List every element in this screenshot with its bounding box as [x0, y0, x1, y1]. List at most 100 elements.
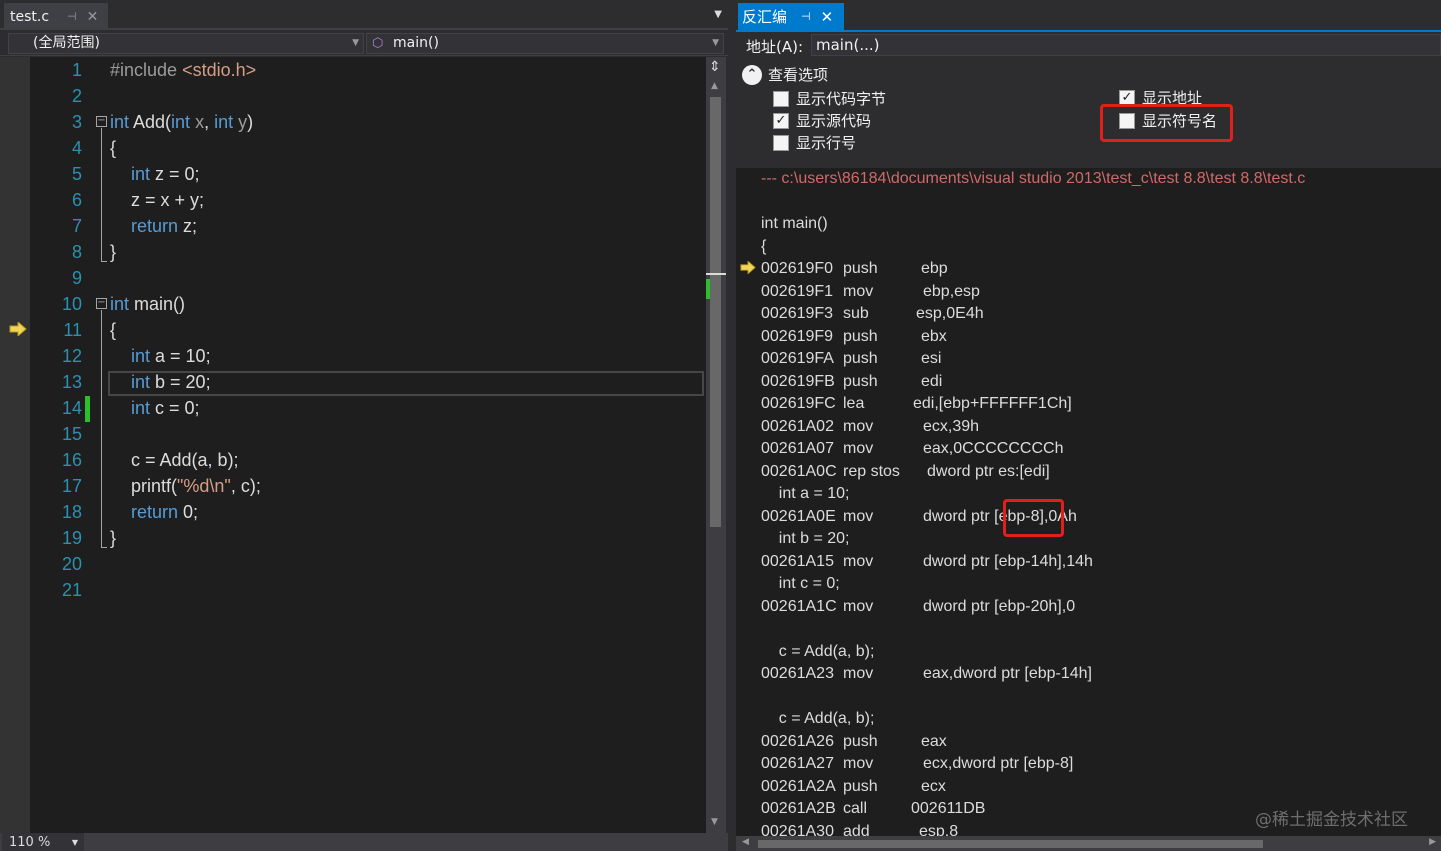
tab-title: 反汇编	[742, 8, 788, 26]
line-number: 3	[71, 112, 82, 132]
checkbox-show-code-bytes[interactable]: 显示代码字节	[773, 88, 886, 109]
instruction-operands: esi	[921, 350, 942, 367]
editor-horizontal-scrollbar[interactable]	[86, 833, 706, 851]
header-token: <stdio.h>	[182, 60, 257, 80]
scrollbar-thumb[interactable]	[710, 97, 721, 527]
instruction-address: 00261A0E	[761, 507, 836, 525]
chevron-up-icon[interactable]: ⌃	[742, 64, 762, 85]
instruction-line: 00261A07 mov eax,0CCCCCCCCh	[761, 438, 1063, 460]
instruction-line: 00261A2B call 002611DB	[761, 798, 985, 820]
instruction-address: 002619FC	[761, 395, 836, 412]
line-number: 10	[61, 294, 82, 314]
checkbox-show-line-numbers[interactable]: 显示行号	[773, 132, 856, 153]
code-line-17: printf("%d\n", c);	[131, 473, 261, 499]
instruction-mnemonic: mov	[843, 597, 874, 615]
line-number: 11	[63, 320, 82, 340]
disassembly-horizontal-scrollbar[interactable]: ◀ ▶	[736, 836, 1441, 851]
code-token: z = 0;	[150, 164, 200, 184]
chevron-down-icon: ▼	[71, 838, 78, 847]
tab-test-c[interactable]: test.c ⊣ ✕	[4, 3, 108, 30]
instruction-address: 002619FA	[761, 350, 834, 367]
instruction-address: 00261A2B	[761, 800, 836, 817]
instruction-address: 00261A15	[761, 552, 834, 570]
scrollbar-thumb[interactable]	[758, 840, 1263, 848]
source-line: int main()	[761, 215, 828, 232]
scroll-left-icon[interactable]: ◀	[742, 837, 749, 847]
tab-list-dropdown-icon[interactable]: ▼	[714, 9, 722, 20]
disassembly-vertical-scrollbar[interactable]	[1426, 168, 1441, 836]
instruction-address: 002619F3	[761, 305, 834, 322]
code-line-10: int main()	[110, 291, 185, 317]
line-number: 12	[61, 346, 82, 366]
close-icon[interactable]: ✕	[821, 8, 834, 26]
instruction-line: 00261A0E mov dword ptr [ebp-8],0Ah	[761, 506, 1077, 528]
pin-icon[interactable]: ⊣	[801, 10, 811, 23]
line-number: 19	[61, 528, 82, 548]
instruction-operands: edi	[921, 372, 943, 390]
address-label: 地址(A):	[746, 38, 804, 56]
line-number: 8	[71, 242, 82, 262]
code-token: 0;	[178, 502, 199, 522]
editor-vertical-scrollbar[interactable]: ⇕ ▲ ▼	[706, 57, 726, 833]
keyword-token: int	[110, 294, 130, 314]
code-token: z;	[178, 216, 198, 236]
checkbox-box[interactable]	[773, 134, 789, 151]
instruction-address: 00261A07	[761, 440, 834, 457]
code-token: main()	[129, 294, 186, 314]
tab-title: test.c	[10, 8, 50, 25]
checkbox-box[interactable]	[773, 90, 789, 107]
tab-disassembly[interactable]: 反汇编 ⊣ ✕	[738, 3, 844, 30]
scope-dropdown[interactable]: (全局范围) ▼	[8, 33, 364, 54]
code-line-7: return z;	[131, 213, 197, 239]
checkbox-label: 显示源代码	[796, 112, 872, 130]
param-token: x	[190, 112, 205, 132]
instruction-operands: ebp,esp	[923, 282, 980, 300]
instruction-mnemonic: sub	[843, 305, 869, 322]
zoom-dropdown[interactable]: 110 % ▼	[2, 833, 84, 851]
close-icon[interactable]: ✕	[87, 9, 99, 25]
scroll-right-icon[interactable]: ▶	[1429, 837, 1436, 847]
instruction-operands: eax	[921, 732, 947, 750]
source-line: int a = 10;	[761, 485, 850, 502]
instruction-operands: eax,dword ptr [ebp-14h]	[923, 665, 1092, 682]
view-options-toggle[interactable]: ⌃ 查看选项	[742, 64, 828, 85]
function-dropdown[interactable]: ⬡ main() ▼	[366, 33, 724, 54]
code-token: )	[247, 112, 254, 132]
code-token: Add(	[129, 112, 172, 132]
instruction-operands: ecx,dword ptr [ebp-8]	[923, 755, 1074, 772]
code-line-5: int z = 0;	[131, 161, 200, 187]
indicator-margin[interactable]	[0, 57, 30, 833]
instruction-mnemonic: push	[843, 732, 878, 750]
instruction-mnemonic: call	[843, 800, 868, 817]
keyword-token: int	[131, 372, 151, 392]
instruction-line: 002619F9 push ebx	[761, 326, 947, 348]
instruction-address: 002619F9	[761, 327, 834, 345]
collapse-icon[interactable]: −	[96, 116, 107, 127]
collapse-icon[interactable]: −	[96, 298, 107, 309]
string-token: "%d\n"	[177, 476, 231, 496]
instruction-operands: esp,0E4h	[916, 305, 984, 322]
code-line-13: int b = 20;	[131, 369, 211, 395]
code-line-18: return 0;	[131, 499, 198, 525]
line-number: 9	[71, 268, 82, 288]
pin-icon[interactable]: ⊣	[67, 10, 77, 23]
address-input[interactable]: main(...)	[811, 34, 1441, 56]
scroll-up-icon[interactable]: ▲	[711, 81, 718, 91]
split-window-icon[interactable]: ⇕	[709, 59, 721, 75]
line-number: 13	[61, 372, 82, 392]
instruction-line: 00261A30 add esp,8	[761, 821, 958, 837]
checkbox-show-source[interactable]: ✓ 显示源代码	[773, 110, 871, 131]
instruction-address: 002619F1	[761, 282, 834, 300]
instruction-mnemonic: push	[843, 372, 878, 390]
checkmark-icon[interactable]: ✓	[773, 112, 789, 129]
disassembly-listing[interactable]: --- c:\users\86184\documents\visual stud…	[736, 168, 1441, 836]
scroll-down-icon[interactable]: ▼	[711, 817, 718, 827]
source-line: {	[761, 237, 767, 255]
line-number: 17	[61, 476, 82, 496]
instruction-operands: eax,0CCCCCCCCh	[923, 440, 1064, 457]
instruction-line: 002619FB push edi	[761, 371, 942, 393]
line-number: 14	[61, 398, 82, 418]
line-number: 2	[71, 86, 82, 106]
code-area[interactable]: 1 2 3 4 5 6 7 8 9 10 11 12 13 14 15 16 1…	[0, 57, 706, 833]
function-value: main()	[393, 35, 439, 51]
